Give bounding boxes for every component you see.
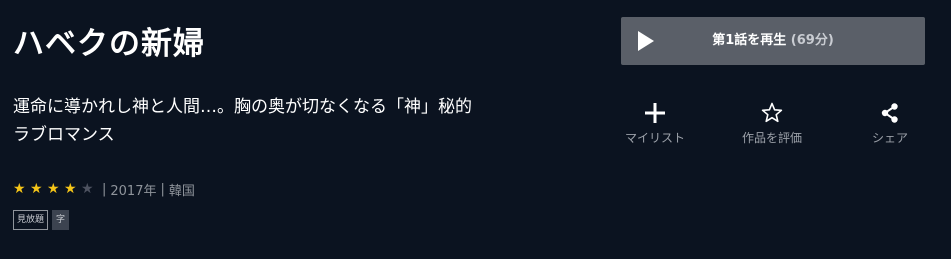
star-icon: ★ [64,181,77,197]
star-outline-icon [761,102,783,123]
share-icon [881,103,898,123]
rate-label: 作品を評価 [741,131,802,145]
release-year: 2017年 [110,183,157,199]
description: 運命に導かれし神と人間…。胸の奥が切なくなる「神」秘的 ラブロマンス [13,93,533,149]
rate-button[interactable]: 作品を評価 [727,100,817,146]
badge-subtitle: 字 [52,210,70,230]
star-icon: ★ [13,181,26,197]
star-rating: ★ ★ ★ ★ ★ [13,179,98,199]
page-title: ハベクの新婦 [13,26,205,62]
description-line-1: 運命に導かれし神と人間…。胸の奥が切なくなる「神」秘的 [13,97,472,117]
badges: 見放題 字 [13,210,70,230]
divider: | [102,181,107,197]
share-label: シェア [871,131,908,145]
play-duration: (69分) [790,33,834,48]
mylist-label: マイリスト [624,131,685,145]
country: 韓国 [168,183,195,199]
badge-unlimited: 見放題 [13,210,49,230]
star-icon: ★ [47,181,60,197]
share-button[interactable]: シェア [845,100,935,146]
divider: | [160,181,165,197]
star-icon: ★ [30,181,43,197]
meta-row: ★ ★ ★ ★ ★ | 2017年 | 韓国 [13,179,195,199]
play-label-text: 第1話を再生 [712,33,787,48]
star-empty-icon: ★ [81,181,94,197]
play-episode-button[interactable]: 第1話を再生 (69分) [621,17,925,65]
play-button-label: 第1話を再生 (69分) [621,17,925,65]
description-line-2: ラブロマンス [13,125,115,145]
mylist-button[interactable]: マイリスト [610,100,700,146]
plus-icon [645,103,665,123]
